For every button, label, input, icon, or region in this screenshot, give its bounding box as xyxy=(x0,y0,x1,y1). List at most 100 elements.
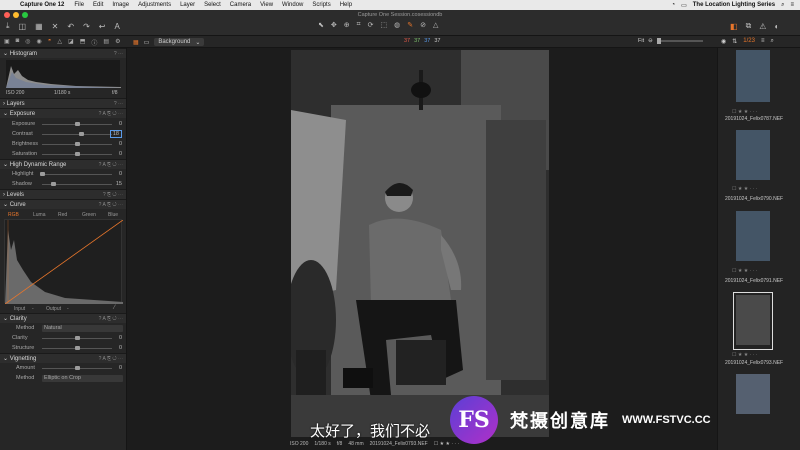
zoom-out-icon[interactable]: ⊖ xyxy=(648,38,653,44)
exposure-value[interactable]: 0 xyxy=(119,121,122,127)
main-photo[interactable] xyxy=(291,50,549,437)
hdr-value[interactable]: 0 xyxy=(119,171,122,177)
undo-icon[interactable]: ↶ xyxy=(67,22,74,31)
clarity-slider-knob[interactable] xyxy=(75,346,80,350)
select-tool-icon[interactable]: ⬉ xyxy=(318,21,324,29)
curve-header[interactable]: ⌄ Curve ? A ⎘ ↺ ⋯ xyxy=(0,199,126,209)
vignetting-amount-knob[interactable] xyxy=(75,366,80,370)
menu-adjustments[interactable]: Adjustments xyxy=(138,2,171,8)
menu-image[interactable]: Image xyxy=(112,2,129,8)
rating-stars[interactable]: ☐ ★ ★ · · · xyxy=(732,352,757,358)
curve-graph[interactable] xyxy=(4,219,124,305)
exposure-slider-knob[interactable] xyxy=(75,142,80,146)
menu-layer[interactable]: Layer xyxy=(180,2,195,8)
redo-icon[interactable]: ↷ xyxy=(83,22,90,31)
hdr-slider[interactable] xyxy=(42,174,112,175)
curve-tab-rgb[interactable]: RGB xyxy=(8,212,19,218)
vignetting-header[interactable]: ⌄ Vignetting ? A ⎘ ↺ ⋯ xyxy=(0,353,126,363)
thumb-2[interactable] xyxy=(732,211,774,269)
output-tab-icon[interactable]: ⬒ xyxy=(80,38,86,47)
exposure-slider-knob[interactable] xyxy=(78,132,84,136)
lens-tab-icon[interactable]: ◎ xyxy=(25,38,30,47)
section-tools-icon[interactable]: ? ⋯ xyxy=(114,101,123,107)
section-tools-icon[interactable]: ? ⎘ ↺ ⋯ xyxy=(103,192,123,198)
levels-header[interactable]: › Levels ? ⎘ ↺ ⋯ xyxy=(0,189,126,199)
image-viewer[interactable] xyxy=(128,48,717,438)
copy-icon[interactable]: ⧉ xyxy=(746,21,752,31)
exposure-slider[interactable] xyxy=(42,134,112,135)
color-tab-icon[interactable]: ◉ xyxy=(37,38,42,47)
section-tools-icon[interactable]: ? A ⎘ ↺ ⋯ xyxy=(99,316,123,322)
sort-icon[interactable]: ⇅ xyxy=(732,38,737,45)
thumb-0[interactable] xyxy=(732,48,774,106)
menu-window[interactable]: Window xyxy=(282,2,303,8)
list-view-icon[interactable]: ≡ xyxy=(761,38,765,45)
search-browser-icon[interactable]: ⌕ xyxy=(770,38,773,45)
capture-icon[interactable]: ◫ xyxy=(19,22,27,31)
compare-icon[interactable]: ◧ xyxy=(730,22,738,31)
exposure-tab-icon[interactable]: ◓ xyxy=(48,38,52,47)
thumb-3-selected[interactable] xyxy=(733,292,773,350)
exposure-warning-icon[interactable]: ⚠ xyxy=(759,22,766,31)
thumb-image[interactable] xyxy=(736,374,770,414)
curve-tab-red[interactable]: Red xyxy=(58,212,67,218)
menu-select[interactable]: Select xyxy=(204,2,221,8)
histogram-header[interactable]: ⌄ Histogram ? ⋯ xyxy=(0,48,126,58)
thumb-image[interactable] xyxy=(736,295,770,345)
grid-view-icon[interactable]: ▦ xyxy=(133,39,139,46)
spot-tool-icon[interactable]: ◍ xyxy=(394,21,400,29)
exposure-value[interactable]: 0 xyxy=(119,151,122,157)
hdr-header[interactable]: ⌄ High Dynamic Range ? A ⎘ ↺ ⋯ xyxy=(0,159,126,169)
exposure-slider-knob[interactable] xyxy=(75,152,80,156)
exposure-value[interactable]: 0 xyxy=(119,141,122,147)
menu-help[interactable]: Help xyxy=(340,2,352,8)
curve-tab-luma[interactable]: Luma xyxy=(33,212,46,218)
zoom-tool-icon[interactable]: ⊕ xyxy=(344,21,350,29)
thumb-image[interactable] xyxy=(736,211,770,261)
vignetting-amount-value[interactable]: 0 xyxy=(119,365,122,371)
zoom-slider-knob[interactable] xyxy=(656,38,661,44)
section-tools-icon[interactable]: ? A ⎘ ↺ ⋯ xyxy=(99,162,123,168)
layers-header[interactable]: › Layers ? ⋯ xyxy=(0,98,126,108)
section-tools-icon[interactable]: ? A ⎘ ↺ ⋯ xyxy=(99,111,123,117)
section-tools-icon[interactable]: ? A ⎘ ↺ ⋯ xyxy=(99,356,123,362)
hdr-value[interactable]: 15 xyxy=(116,181,122,187)
thumb-4[interactable] xyxy=(732,374,774,432)
library-tab-icon[interactable]: ▣ xyxy=(4,38,10,47)
thumb-image[interactable] xyxy=(736,130,770,180)
hdr-slider-knob[interactable] xyxy=(50,182,56,186)
delete-icon[interactable]: ✕ xyxy=(52,22,59,31)
rating-stars[interactable]: ☐ ★ ★ · · · xyxy=(732,186,757,192)
rotate-tool-icon[interactable]: ⟳ xyxy=(368,21,374,29)
pan-tool-icon[interactable]: ✥ xyxy=(331,21,337,29)
capture-tab-icon[interactable]: ◙ xyxy=(16,38,20,47)
text-icon[interactable]: A xyxy=(114,22,119,31)
picker-icon[interactable]: ⁄ xyxy=(114,305,115,311)
grid-icon[interactable]: ▦ xyxy=(35,22,43,31)
keystone-tool-icon[interactable]: ⬚ xyxy=(380,21,387,29)
menu-view[interactable]: View xyxy=(260,2,273,8)
local-tab-icon[interactable]: ◪ xyxy=(68,38,74,47)
rating-stars[interactable]: ☐ ★ ★ · · · xyxy=(732,268,757,274)
clarity-value[interactable]: 0 xyxy=(119,335,122,341)
battery-icon[interactable]: ▭ xyxy=(681,2,687,9)
before-after-icon[interactable]: ◐ xyxy=(774,22,779,31)
clarity-method-select[interactable]: Natural xyxy=(42,324,123,332)
app-menu[interactable]: Capture One 12 xyxy=(20,2,64,8)
import-icon[interactable]: ⤓ xyxy=(6,21,10,31)
rating-stars[interactable]: ☐ ★ ★ · · · xyxy=(732,109,757,115)
clarity-value[interactable]: 0 xyxy=(119,345,122,351)
thumb-1[interactable] xyxy=(732,130,774,188)
menu-edit[interactable]: Edit xyxy=(93,2,103,8)
curve-tab-blue[interactable]: Blue xyxy=(108,212,118,218)
section-tools-icon[interactable]: ? A ⎘ ↺ ⋯ xyxy=(99,202,123,208)
clarity-slider-knob[interactable] xyxy=(75,336,80,340)
vignetting-method-select[interactable]: Elliptic on Crop xyxy=(42,374,123,382)
exposure-slider-knob[interactable] xyxy=(75,122,80,126)
zoom-slider[interactable] xyxy=(656,38,703,44)
search-icon[interactable]: ⌕ xyxy=(781,2,784,9)
brush-tool-icon[interactable]: ✎ xyxy=(407,21,413,29)
metadata-tab-icon[interactable]: ⓘ xyxy=(91,38,97,47)
curve-tab-green[interactable]: Green xyxy=(82,212,96,218)
batch-tab-icon[interactable]: ▤ xyxy=(103,38,109,47)
